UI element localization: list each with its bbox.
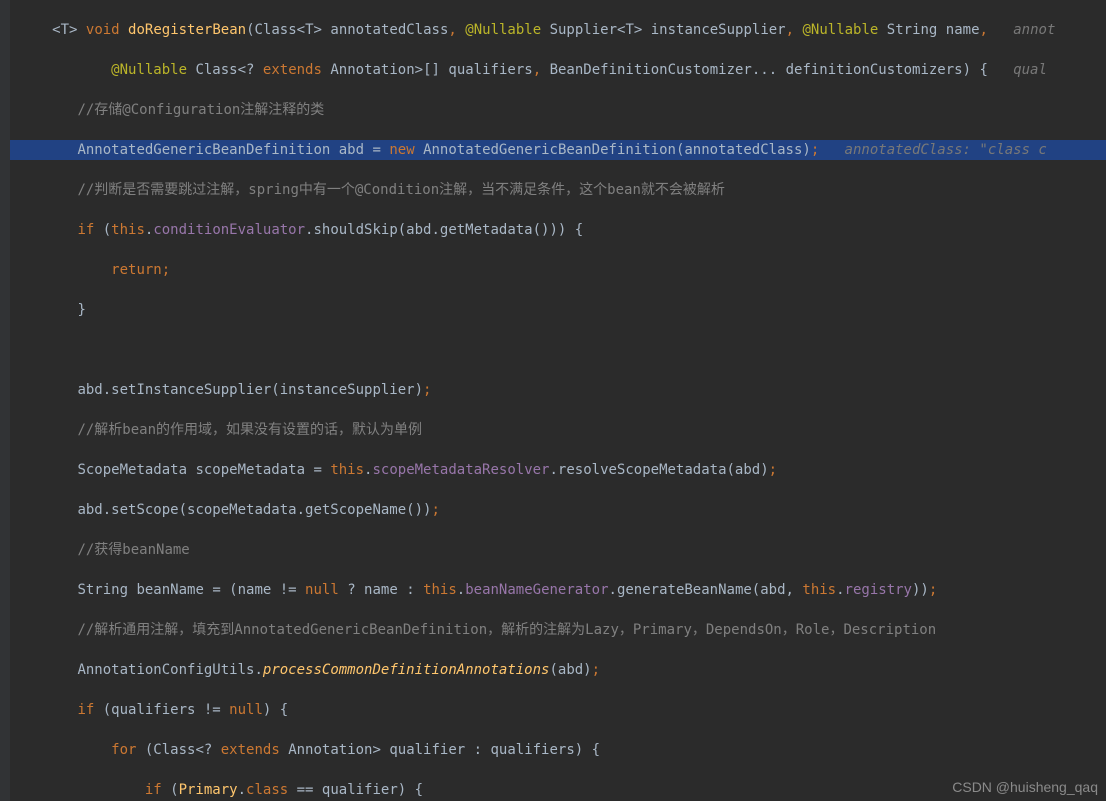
code-line: //获得beanName — [10, 540, 1106, 560]
code-line: abd.setInstanceSupplier(instanceSupplier… — [10, 380, 1106, 400]
code-line: @Nullable Class<? extends Annotation>[] … — [10, 60, 1106, 80]
code-line: ScopeMetadata scopeMetadata = this.scope… — [10, 460, 1106, 480]
watermark: CSDN @huisheng_qaq — [952, 779, 1098, 795]
code-line: } — [10, 300, 1106, 320]
code-line: //解析通用注解，填充到AnnotatedGenericBeanDefiniti… — [10, 620, 1106, 640]
code-line: String beanName = (name != null ? name :… — [10, 580, 1106, 600]
gutter — [0, 0, 10, 801]
code-line: abd.setScope(scopeMetadata.getScopeName(… — [10, 500, 1106, 520]
code-line: <T> void doRegisterBean(Class<T> annotat… — [10, 20, 1106, 40]
code-editor[interactable]: <T> void doRegisterBean(Class<T> annotat… — [0, 0, 1106, 801]
code-line: //判断是否需要跳过注解，spring中有一个@Condition注解，当不满足… — [10, 180, 1106, 200]
code-line-highlighted: AnnotatedGenericBeanDefinition abd = new… — [10, 140, 1106, 160]
code-line: return; — [10, 260, 1106, 280]
code-line: if (Primary.class == qualifier) { — [10, 780, 1106, 800]
code-area[interactable]: <T> void doRegisterBean(Class<T> annotat… — [10, 0, 1106, 801]
code-line: for (Class<? extends Annotation> qualifi… — [10, 740, 1106, 760]
code-line: if (this.conditionEvaluator.shouldSkip(a… — [10, 220, 1106, 240]
code-line: if (qualifiers != null) { — [10, 700, 1106, 720]
code-line: //解析bean的作用域，如果没有设置的话，默认为单例 — [10, 420, 1106, 440]
code-line — [10, 340, 1106, 360]
code-line: AnnotationConfigUtils.processCommonDefin… — [10, 660, 1106, 680]
code-line: //存储@Configuration注解注释的类 — [10, 100, 1106, 120]
